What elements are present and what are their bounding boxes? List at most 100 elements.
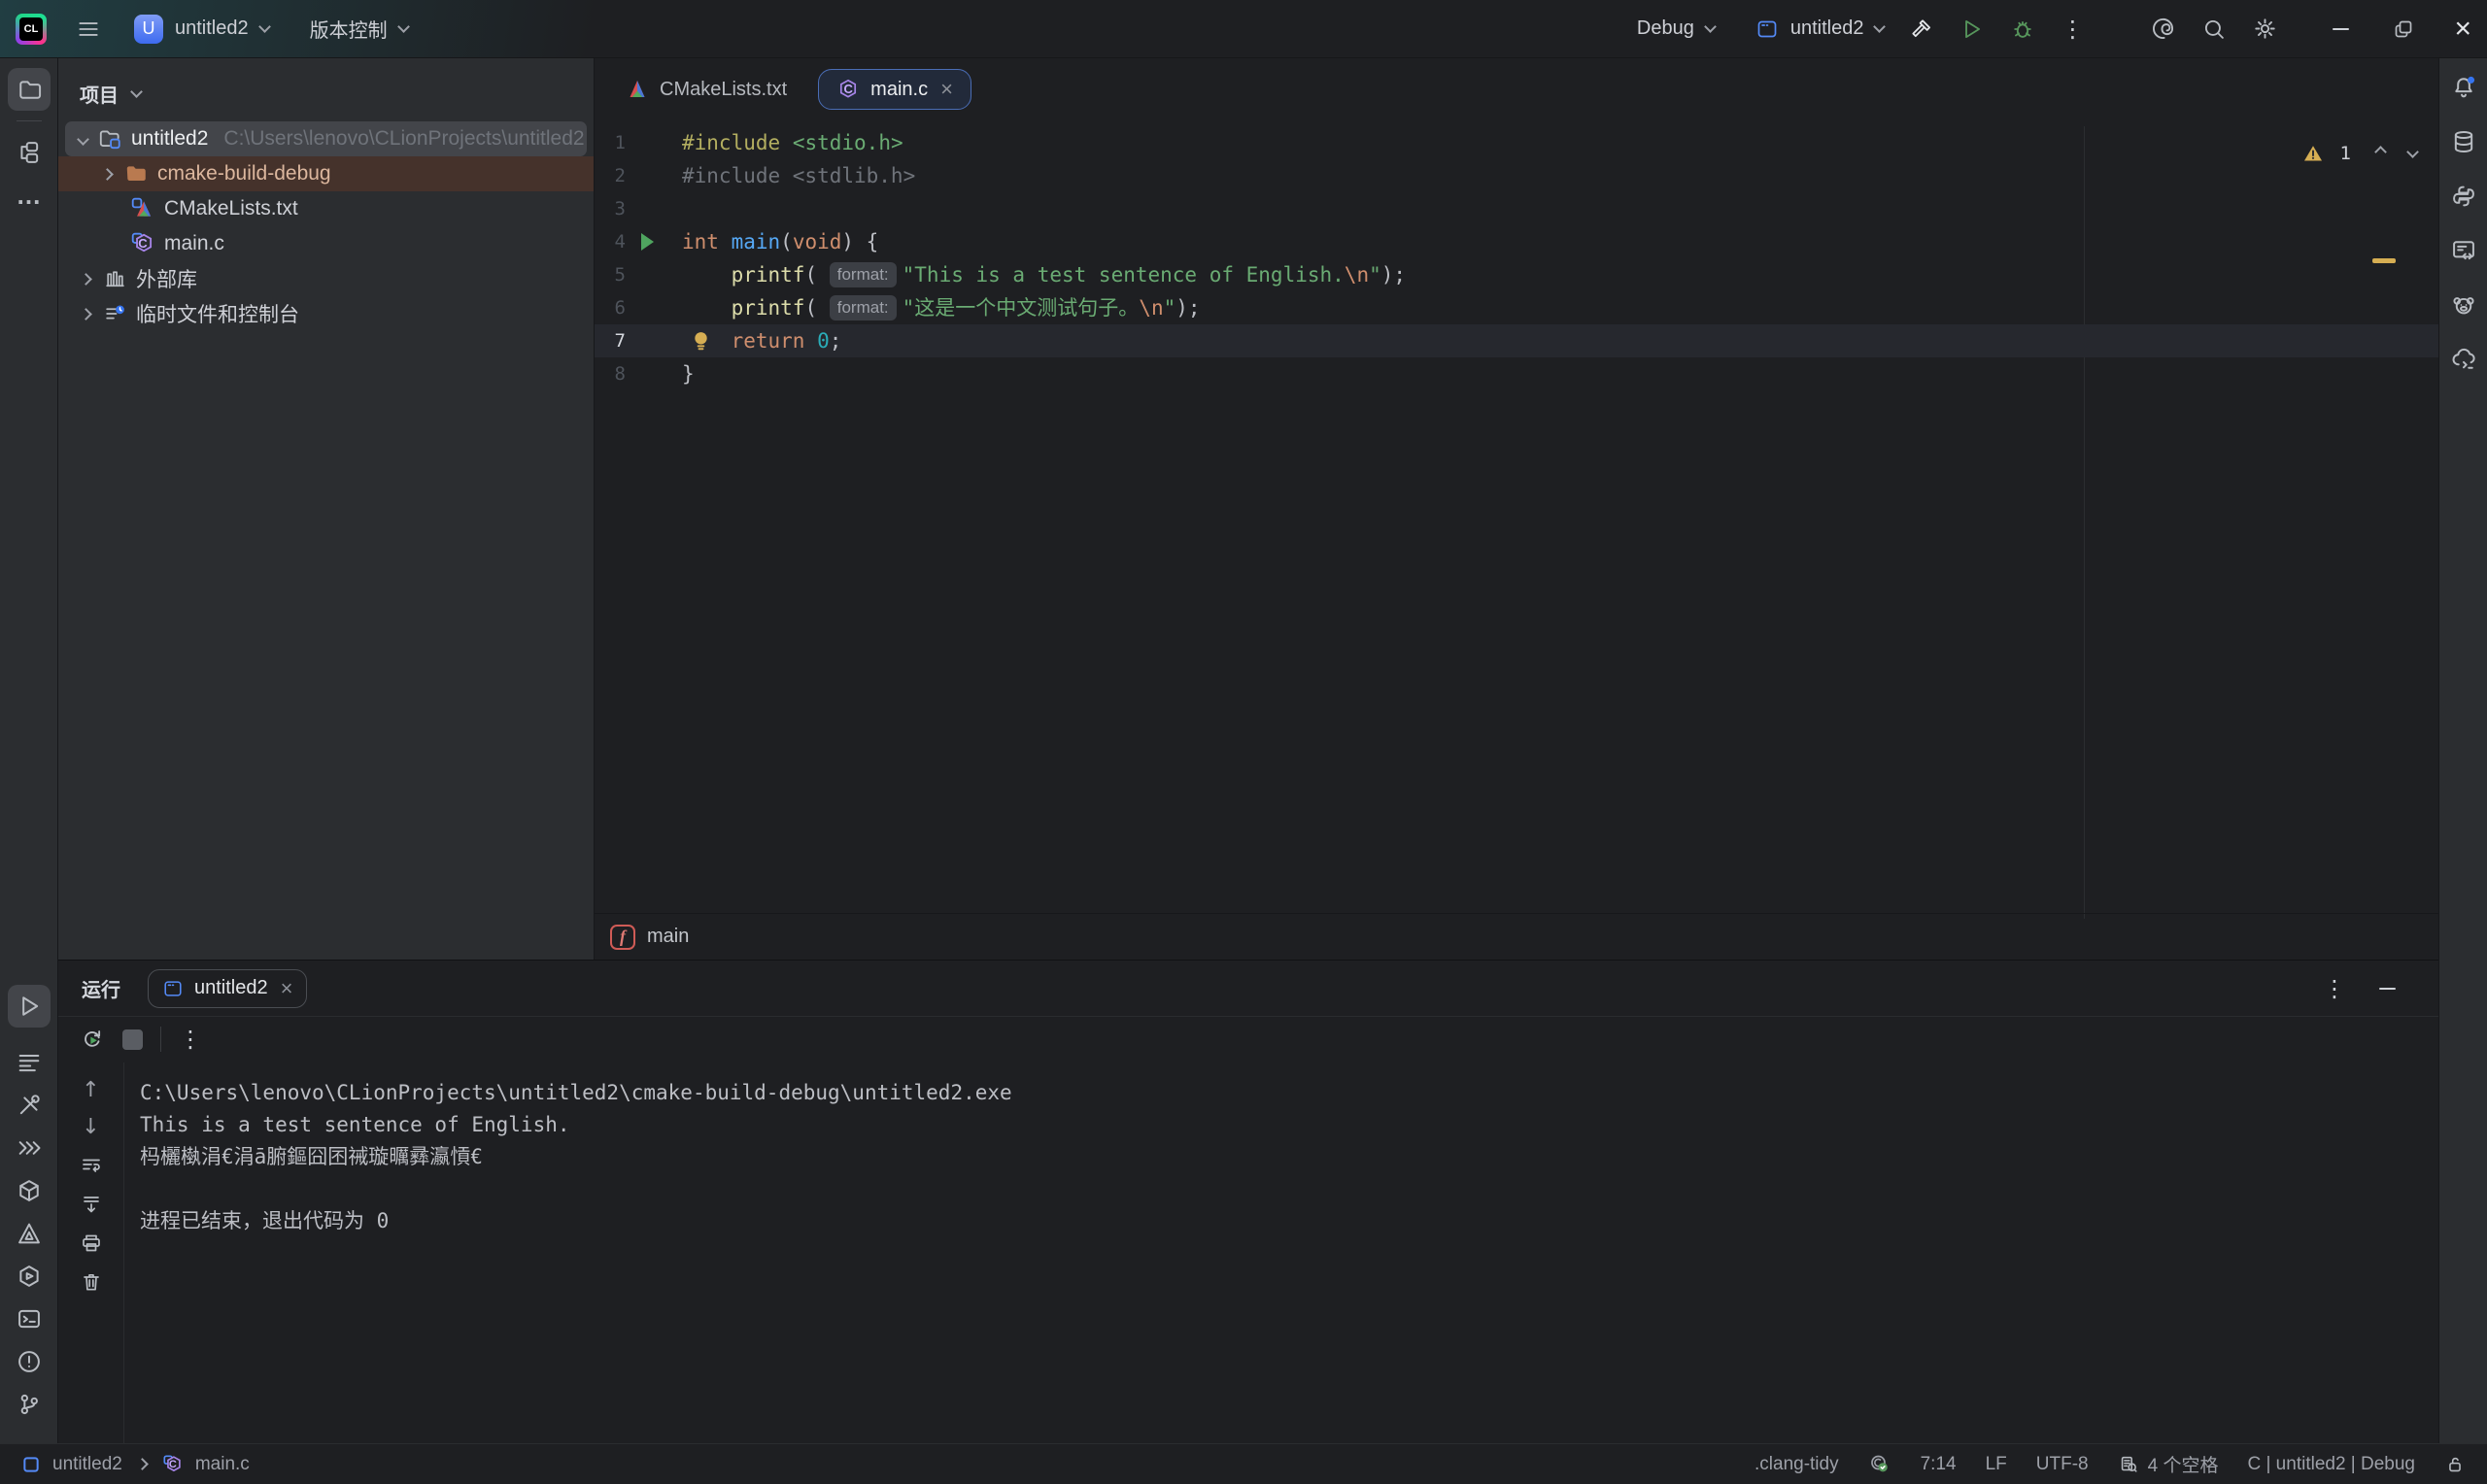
encoding-widget[interactable]: UTF-8 bbox=[2036, 1454, 2089, 1475]
console-options-button[interactable]: ⋮ bbox=[179, 1028, 202, 1051]
main-menu-button[interactable] bbox=[76, 17, 101, 42]
app-window-icon bbox=[1755, 17, 1779, 41]
problems-toolwindow-button[interactable] bbox=[8, 1340, 51, 1383]
settings-button[interactable] bbox=[2252, 16, 2278, 42]
commit-toolwindow-button[interactable] bbox=[8, 131, 51, 174]
tree-row-scratches[interactable]: 临时文件和控制台 bbox=[58, 296, 594, 331]
run-config-selector[interactable]: untitled2 bbox=[1755, 17, 1885, 41]
console-line: 进程已结束，退出代码为 0 bbox=[140, 1205, 1012, 1237]
notifications-button[interactable] bbox=[2450, 74, 2477, 101]
tree-item-label: 外部库 bbox=[136, 264, 197, 293]
close-button[interactable]: × bbox=[2454, 13, 2471, 46]
tree-item-label: CMakeLists.txt bbox=[164, 197, 298, 220]
debug-button[interactable] bbox=[2010, 17, 2035, 42]
tab-cmakelists[interactable]: CMakeLists.txt bbox=[608, 69, 804, 110]
build-toolwindow-button[interactable] bbox=[8, 1084, 51, 1127]
run-button[interactable] bbox=[1959, 17, 1985, 42]
notification-dot bbox=[2468, 77, 2474, 84]
cmake-file-icon bbox=[130, 196, 155, 221]
bug-icon bbox=[2010, 17, 2035, 42]
status-file[interactable]: main.c bbox=[195, 1454, 250, 1475]
ai-plugin-button[interactable] bbox=[2450, 291, 2477, 319]
tree-row-build-dir[interactable]: cmake-build-debug bbox=[58, 156, 594, 191]
run-line-marker[interactable] bbox=[641, 233, 654, 251]
clion-window: CL U untitled2 版本控制 Debug untitled2 bbox=[0, 0, 2487, 1484]
gear-icon bbox=[2252, 16, 2278, 42]
inspection-widget[interactable]: 1 bbox=[2301, 142, 2417, 165]
clang-tidy-widget[interactable]: .clang-tidy bbox=[1755, 1454, 1839, 1475]
cmake-toolwindow-button[interactable] bbox=[8, 1212, 51, 1255]
hamburger-icon bbox=[76, 17, 101, 42]
python-packages-toolwindow-button[interactable] bbox=[8, 1169, 51, 1212]
close-icon[interactable]: × bbox=[940, 77, 953, 102]
close-icon[interactable]: × bbox=[281, 976, 293, 1001]
python-console-button[interactable] bbox=[2450, 183, 2477, 210]
tree-row-main-c[interactable]: C main.c bbox=[58, 226, 594, 261]
structure-toolwindow-button[interactable] bbox=[8, 1041, 51, 1084]
project-panel-header[interactable]: 项目 bbox=[58, 58, 594, 121]
readonly-toggle[interactable] bbox=[2444, 1454, 2466, 1475]
ellipsis-icon: … bbox=[17, 181, 42, 211]
chevron-right-icon bbox=[80, 273, 92, 286]
restore-button[interactable] bbox=[2392, 17, 2415, 41]
terminal-toolwindow-button[interactable] bbox=[8, 1298, 51, 1340]
caret-position-widget[interactable]: 7:14 bbox=[1921, 1454, 1957, 1475]
inspections-status-badge[interactable] bbox=[1868, 1453, 1891, 1476]
tab-main-c[interactable]: C main.c × bbox=[818, 69, 971, 110]
next-problem-icon[interactable] bbox=[2406, 146, 2419, 158]
tree-row-external-libs[interactable]: 外部库 bbox=[58, 261, 594, 296]
tree-row-project-root[interactable]: untitled2 C:\Users\lenovo\CLionProjects\… bbox=[65, 121, 587, 156]
status-project[interactable]: untitled2 bbox=[52, 1454, 122, 1475]
doc-code-icon bbox=[2450, 237, 2477, 264]
close-icon: × bbox=[2454, 13, 2471, 46]
project-widget[interactable]: U untitled2 bbox=[134, 15, 269, 44]
build-button[interactable] bbox=[1909, 17, 1934, 42]
line-ending-widget[interactable]: LF bbox=[1986, 1454, 2007, 1475]
warning-count: 1 bbox=[2340, 143, 2351, 164]
cloud-shell-button[interactable] bbox=[2450, 346, 2477, 373]
parameter-hint: format: bbox=[830, 262, 897, 287]
breadcrumb-function[interactable]: main bbox=[647, 926, 689, 948]
problems-icon bbox=[16, 1348, 43, 1375]
hammer-icon bbox=[1909, 17, 1934, 42]
profiler-toolwindow-button[interactable] bbox=[8, 1255, 51, 1298]
scroll-to-end-button[interactable] bbox=[80, 1193, 103, 1216]
chevron-right-icon bbox=[136, 1458, 149, 1470]
resolve-context-widget[interactable]: C | untitled2 | Debug bbox=[2247, 1454, 2415, 1475]
stop-button[interactable] bbox=[122, 1029, 143, 1050]
code-editor[interactable]: 1 #include <stdio.h> 2 #include <stdlib.… bbox=[595, 126, 2438, 919]
c-file-icon: C bbox=[130, 231, 155, 256]
search-everywhere-button[interactable] bbox=[2201, 17, 2227, 42]
indent-widget[interactable]: 4 个空格 bbox=[2118, 1451, 2219, 1477]
scrollbar-warning-mark[interactable] bbox=[2372, 258, 2396, 263]
tree-item-label: main.c bbox=[164, 232, 224, 255]
restore-icon bbox=[2392, 17, 2415, 41]
unlock-icon bbox=[2444, 1454, 2466, 1475]
services-toolwindow-button[interactable] bbox=[8, 1127, 51, 1169]
project-toolwindow-button[interactable] bbox=[8, 68, 51, 111]
panel-options-button[interactable]: ⋮ bbox=[2323, 977, 2346, 1000]
rerun-button[interactable] bbox=[80, 1027, 105, 1052]
run-tab-untitled2[interactable]: untitled2 × bbox=[148, 969, 307, 1008]
more-toolwindows-button[interactable]: … bbox=[8, 174, 51, 217]
search-icon bbox=[2201, 17, 2227, 42]
ai-assistant-button[interactable] bbox=[2150, 16, 2176, 42]
next-occurrence-button[interactable]: ↓ bbox=[82, 1117, 99, 1138]
database-toolwindow-button[interactable] bbox=[2450, 128, 2477, 155]
hide-panel-button[interactable] bbox=[2379, 988, 2396, 990]
print-button[interactable] bbox=[80, 1231, 103, 1255]
soft-wrap-button[interactable] bbox=[80, 1154, 103, 1177]
documentation-toolwindow-button[interactable] bbox=[2450, 237, 2477, 264]
vcs-toolwindow-button[interactable] bbox=[8, 1383, 51, 1426]
clear-console-button[interactable] bbox=[80, 1270, 103, 1294]
run-toolwindow-button[interactable] bbox=[8, 985, 51, 1028]
tree-row-cmakelists[interactable]: CMakeLists.txt bbox=[58, 191, 594, 226]
minimize-button[interactable] bbox=[2333, 28, 2349, 30]
prev-occurrence-button[interactable]: ↑ bbox=[82, 1080, 99, 1101]
more-actions-button[interactable]: ⋮ bbox=[2061, 17, 2084, 41]
run-mode-selector[interactable]: Debug bbox=[1637, 17, 1715, 40]
vcs-widget[interactable]: 版本控制 bbox=[310, 15, 408, 43]
prev-problem-icon[interactable] bbox=[2374, 146, 2387, 158]
console-output[interactable]: C:\Users\lenovo\CLionProjects\untitled2\… bbox=[124, 1062, 1012, 1443]
tools-icon bbox=[16, 1092, 43, 1119]
